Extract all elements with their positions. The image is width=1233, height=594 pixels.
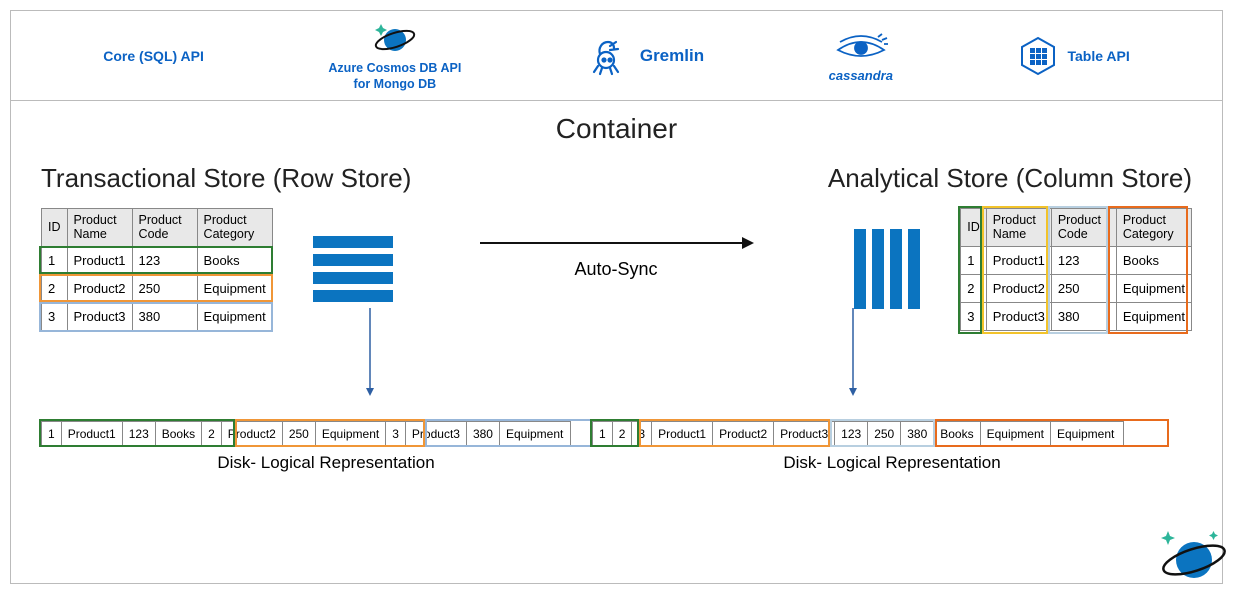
- api-table-label: Table API: [1067, 48, 1129, 64]
- transactional-store: Transactional Store (Row Store) ID Produ…: [41, 163, 611, 473]
- transactional-table: ID Product Name Product Code Product Cat…: [41, 208, 273, 331]
- cosmos-planet-icon: [373, 21, 417, 59]
- diagram-frame: Core (SQL) API Azure Cosmos DB API for M…: [10, 10, 1223, 584]
- col-category: Product Category: [1116, 209, 1191, 247]
- gremlin-icon: [586, 37, 632, 75]
- table-hexagon-icon: [1017, 37, 1059, 75]
- down-arrow-icon: [363, 308, 377, 398]
- row-bar: [313, 272, 393, 284]
- col-id: ID: [42, 209, 68, 247]
- col-name: Product Name: [986, 209, 1051, 247]
- table-row: 3 Product3 380 Equipment: [42, 302, 273, 330]
- cosmos-planet-icon: [1156, 528, 1226, 591]
- col-bar: [872, 229, 884, 309]
- col-code: Product Code: [132, 209, 197, 247]
- analytical-table: ID Product Name Product Code Product Cat…: [960, 208, 1192, 331]
- table-header-row: ID Product Name Product Code Product Cat…: [42, 209, 273, 247]
- table-row: 2 Product2 250 Equipment: [961, 274, 1192, 302]
- row-bars-icon: [313, 236, 393, 302]
- table-row: 1 Product1 123 Books: [42, 246, 273, 274]
- api-bar: Core (SQL) API Azure Cosmos DB API for M…: [11, 11, 1222, 101]
- api-cosmos-line1: Azure Cosmos DB API: [328, 61, 461, 75]
- transactional-title: Transactional Store (Row Store): [41, 163, 611, 194]
- api-gremlin-label: Gremlin: [640, 46, 704, 66]
- cassandra-eye-icon: [834, 28, 888, 66]
- content-area: Transactional Store (Row Store) ID Produ…: [11, 163, 1222, 473]
- col-bar: [908, 229, 920, 309]
- col-disk-area: 1 2 3 Product1 Product2 Product3 123 250…: [592, 421, 1192, 473]
- col-bar: [854, 229, 866, 309]
- col-disk-label: Disk- Logical Representation: [592, 453, 1192, 473]
- table-row: 2 Product2 250 Equipment: [42, 274, 273, 302]
- api-core-sql-label: Core (SQL) API: [103, 48, 204, 64]
- api-cosmos-line2: for Mongo DB: [354, 77, 437, 91]
- api-cassandra: cassandra: [829, 28, 893, 83]
- col-code: Product Code: [1051, 209, 1116, 247]
- container-title: Container: [11, 113, 1222, 145]
- col-name: Product Name: [67, 209, 132, 247]
- col-bars-icon: [854, 229, 920, 309]
- api-core-sql: Core (SQL) API: [103, 48, 204, 64]
- col-bar: [890, 229, 902, 309]
- col-disk-row: 1 2 3 Product1 Product2 Product3 123 250…: [592, 421, 1124, 447]
- col-category: Product Category: [197, 209, 272, 247]
- table-row: 3 Product3 380 Equipment: [961, 302, 1192, 330]
- transactional-table-wrap: ID Product Name Product Code Product Cat…: [41, 208, 273, 331]
- row-disk-label: Disk- Logical Representation: [41, 453, 611, 473]
- down-arrow-icon: [846, 308, 860, 398]
- row-disk-area: 1 Product1 123 Books 2 Product2 250 Equi…: [41, 421, 611, 473]
- row-bar: [313, 236, 393, 248]
- api-cassandra-label: cassandra: [829, 68, 893, 83]
- api-table: Table API: [1017, 37, 1129, 75]
- table-header-row: ID Product Name Product Code Product Cat…: [961, 209, 1192, 247]
- row-disk-row: 1 Product1 123 Books 2 Product2 250 Equi…: [41, 421, 571, 447]
- row-bar: [313, 290, 393, 302]
- row-bar: [313, 254, 393, 266]
- col-id: ID: [961, 209, 987, 247]
- table-row: 1 Product1 123 Books: [961, 246, 1192, 274]
- analytical-title: Analytical Store (Column Store): [622, 163, 1192, 194]
- analytical-table-wrap: ID Product Name Product Code Product Cat…: [960, 208, 1192, 331]
- api-gremlin: Gremlin: [586, 37, 704, 75]
- analytical-store: Analytical Store (Column Store) ID Produ…: [622, 163, 1192, 473]
- api-cosmos-mongo: Azure Cosmos DB API for Mongo DB: [328, 21, 461, 91]
